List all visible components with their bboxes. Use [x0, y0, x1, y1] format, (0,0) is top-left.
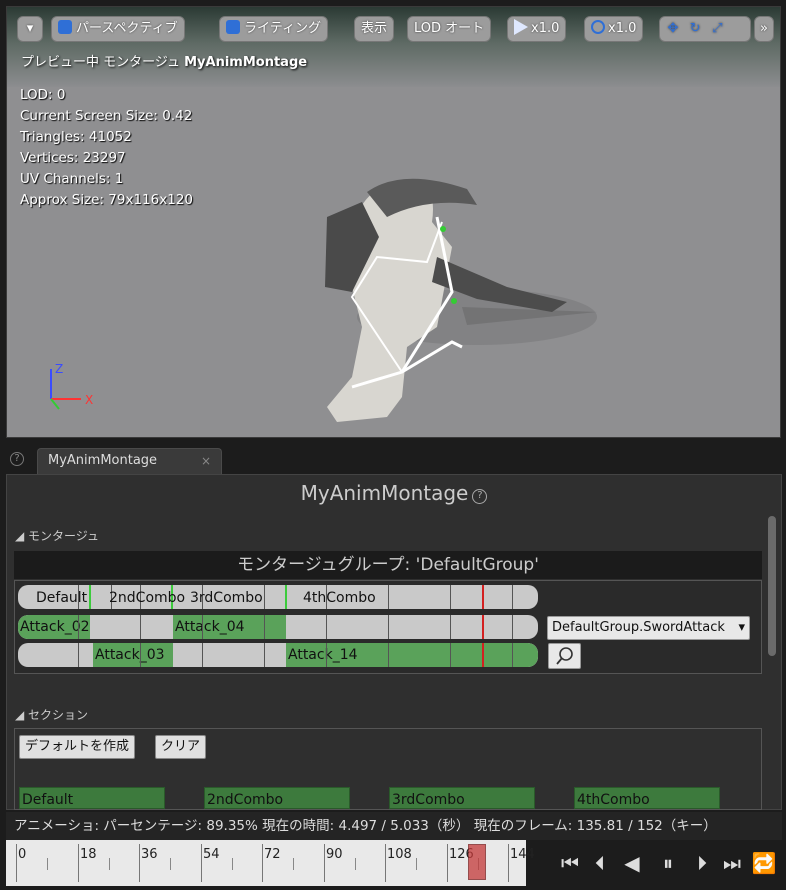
perspective-button[interactable]: パースペクティブ: [51, 16, 185, 42]
slot-track-top[interactable]: Attack_02 Attack_04: [18, 615, 538, 639]
slot-track-bottom[interactable]: Attack_03 Attack_14: [18, 643, 538, 667]
camera-icon: [58, 20, 72, 34]
show-label: 表示: [361, 21, 388, 36]
timeline-tick: 18: [78, 844, 97, 882]
transform-tools[interactable]: ✥ ↻ ⤢: [659, 16, 751, 42]
section-block[interactable]: 2ndCombo: [204, 787, 350, 809]
section-label[interactable]: 4thCombo: [303, 585, 376, 611]
move-icon[interactable]: ✥: [664, 17, 682, 41]
section-track[interactable]: Default 2ndCombo 3rdCombo 4thCombo: [18, 585, 538, 609]
tab-label: MyAnimMontage: [48, 453, 158, 468]
rotate-tool-icon[interactable]: ↻: [686, 17, 704, 41]
more-icon: »: [760, 21, 768, 36]
animation-editor: { "viewport": { "toolbar": { "menu_label…: [0, 0, 786, 890]
tab-myanimmontage[interactable]: MyAnimMontage ×: [37, 448, 222, 474]
anim-speed-button[interactable]: x1.0: [584, 16, 644, 42]
clear-button[interactable]: クリア: [155, 735, 207, 759]
section-label[interactable]: Default: [36, 585, 87, 611]
anim-segment[interactable]: Attack_02: [18, 615, 90, 639]
timeline-tick: 108: [385, 844, 412, 882]
preview-prefix: プレビュー中 モンタージュ: [21, 55, 180, 70]
section-block[interactable]: 3rdCombo: [389, 787, 535, 809]
help-icon[interactable]: ?: [10, 452, 24, 466]
viewport-menu-button[interactable]: ▾: [17, 16, 43, 42]
timeline-tick: 72: [262, 844, 281, 882]
preview-viewport[interactable]: ▾ パースペクティブ ライティング 表示 LOD オート x1.0 x1.0 ✥…: [6, 6, 781, 438]
panel-title: MyAnimMontage?: [6, 478, 782, 508]
axis-z-label: Z: [55, 362, 63, 376]
pause-icon[interactable]: ⏸: [654, 848, 682, 878]
anim-segment[interactable]: Attack_14: [286, 643, 538, 667]
close-icon[interactable]: ×: [201, 449, 211, 473]
scale-icon[interactable]: ⤢: [708, 17, 726, 41]
lighting-cube-icon: [226, 20, 240, 34]
timeline-tick: 36: [139, 844, 158, 882]
chevron-down-icon: ▾: [738, 620, 745, 635]
step-back-icon[interactable]: ⏴: [586, 848, 614, 878]
sections-header[interactable]: ◢ セクション: [15, 706, 88, 723]
section-label[interactable]: 2ndCombo: [109, 585, 185, 611]
skip-to-start-icon[interactable]: ⏮: [556, 848, 584, 878]
playhead-handle[interactable]: [468, 844, 486, 880]
rotate-icon: [591, 20, 605, 34]
axis-gizmo-icon: Z X: [50, 362, 93, 410]
section-block[interactable]: 4thCombo: [574, 787, 720, 809]
play-icon: [514, 19, 528, 35]
lod-label: LOD オート: [414, 21, 485, 36]
perspective-label: パースペクティブ: [76, 21, 178, 36]
panel-scrollbar[interactable]: [768, 516, 776, 656]
montage-section-header[interactable]: ◢ モンタージュ: [15, 527, 99, 544]
help-icon[interactable]: ?: [472, 489, 488, 504]
lighting-label: ライティング: [244, 21, 321, 36]
skip-to-end-icon[interactable]: ⏭: [718, 848, 746, 878]
preview-asset-name: MyAnimMontage: [184, 55, 308, 70]
slot-select-value: DefaultGroup.SwordAttack: [552, 620, 725, 635]
step-forward-icon[interactable]: ⏵: [688, 848, 716, 878]
play-reverse-icon[interactable]: ◀: [618, 848, 646, 878]
timeline-tick: 54: [201, 844, 220, 882]
preview-label: プレビュー中 モンタージュ MyAnimMontage: [21, 51, 307, 70]
show-button[interactable]: 表示: [354, 16, 395, 42]
anim-segment[interactable]: Attack_04: [173, 615, 286, 639]
panel-title-text: MyAnimMontage: [300, 481, 469, 505]
more-options-button[interactable]: »: [754, 16, 774, 42]
axis-x-label: X: [85, 393, 93, 407]
montage-group-label: モンタージュグループ: 'DefaultGroup': [14, 551, 762, 579]
section-block[interactable]: Default: [19, 787, 165, 809]
slot-select-dropdown[interactable]: DefaultGroup.SwordAttack ▾: [547, 616, 750, 640]
lod-button[interactable]: LOD オート: [407, 16, 492, 42]
timeline-tick: 144: [508, 844, 535, 882]
play-speed-button[interactable]: x1.0: [507, 16, 567, 42]
anim-speed-label: x1.0: [608, 21, 637, 36]
timeline-tick: 0: [16, 844, 26, 882]
slot-search-button[interactable]: [548, 643, 581, 669]
create-default-button[interactable]: デフォルトを作成: [19, 735, 136, 759]
chevron-down-icon: ▾: [26, 21, 34, 36]
timeline-scrubber[interactable]: 0 18 36 54 72 90 108 126 144: [6, 840, 535, 886]
section-label[interactable]: 3rdCombo: [190, 585, 263, 611]
play-speed-label: x1.0: [531, 21, 560, 36]
search-icon: [556, 647, 573, 665]
lighting-button[interactable]: ライティング: [219, 16, 328, 42]
loop-icon[interactable]: 🔁: [750, 848, 778, 878]
animation-status: アニメーショ: パーセンテージ: 89.35% 現在の時間: 4.497 / 5…: [6, 812, 782, 840]
anim-segment[interactable]: Attack_03: [93, 643, 173, 667]
timeline-tick: 90: [324, 844, 343, 882]
character-model: [325, 178, 597, 422]
